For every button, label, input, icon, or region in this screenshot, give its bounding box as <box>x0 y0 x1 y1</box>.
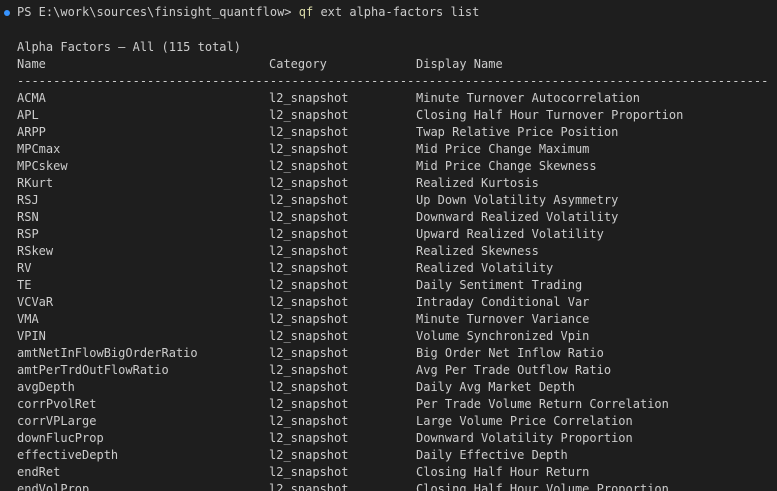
factor-category: l2_snapshot <box>269 295 349 309</box>
factor-display-name: Closing Half Hour Volume Proportion <box>416 482 669 491</box>
factor-category: l2_snapshot <box>269 142 349 156</box>
factor-category: l2_snapshot <box>269 380 349 394</box>
factor-name: VMA <box>17 312 39 326</box>
factor-category: l2_snapshot <box>269 244 349 258</box>
factor-display-name: Avg Per Trade Outflow Ratio <box>416 363 612 377</box>
factor-category: l2_snapshot <box>269 125 349 139</box>
factor-display-name: Realized Volatility <box>416 261 554 275</box>
factor-category: l2_snapshot <box>269 278 349 292</box>
column-header-category: Category <box>269 57 327 71</box>
factor-display-name: Intraday Conditional Var <box>416 295 590 309</box>
factor-name: VCVaR <box>17 295 54 309</box>
column-header-display-name: Display Name <box>416 57 503 71</box>
factor-category: l2_snapshot <box>269 329 349 343</box>
factor-name: corrPvolRet <box>17 397 97 411</box>
command-line: PS E:\work\sources\finsight_quantflow> q… <box>17 4 479 21</box>
factor-name: RSP <box>17 227 39 241</box>
factor-display-name: Realized Kurtosis <box>416 176 539 190</box>
factor-display-name: Volume Synchronized Vpin <box>416 329 590 343</box>
factor-category: l2_snapshot <box>269 108 349 122</box>
factor-name: APL <box>17 108 39 122</box>
factor-display-name: Per Trade Volume Return Correlation <box>416 397 669 411</box>
factor-display-name: Daily Sentiment Trading <box>416 278 583 292</box>
prompt-prefix: PS E:\work\sources\finsight_quantflow> <box>17 5 299 19</box>
factor-display-name: Large Volume Price Correlation <box>416 414 633 428</box>
factor-display-name: Minute Turnover Variance <box>416 312 590 326</box>
factor-name: effectiveDepth <box>17 448 119 462</box>
factor-name: RSN <box>17 210 39 224</box>
factor-name: RSkew <box>17 244 54 258</box>
factor-name: endRet <box>17 465 61 479</box>
factor-category: l2_snapshot <box>269 312 349 326</box>
factor-display-name: Daily Avg Market Depth <box>416 380 575 394</box>
factor-name: downFlucProp <box>17 431 104 445</box>
factor-display-name: Daily Effective Depth <box>416 448 568 462</box>
factor-name: avgDepth <box>17 380 75 394</box>
terminal-output[interactable]: PS E:\work\sources\finsight_quantflow> q… <box>0 0 777 491</box>
factor-name: RKurt <box>17 176 54 190</box>
factor-name: TE <box>17 278 32 292</box>
factor-category: l2_snapshot <box>269 210 349 224</box>
factor-display-name: Closing Half Hour Return <box>416 465 590 479</box>
factor-category: l2_snapshot <box>269 363 349 377</box>
factor-name: amtPerTrdOutFlowRatio <box>17 363 169 377</box>
factor-category: l2_snapshot <box>269 193 349 207</box>
factor-name: amtNetInFlowBigOrderRatio <box>17 346 198 360</box>
factor-display-name: Up Down Volatility Asymmetry <box>416 193 619 207</box>
factor-name: MPCmax <box>17 142 61 156</box>
column-header-name: Name <box>17 57 46 71</box>
factor-category: l2_snapshot <box>269 176 349 190</box>
factor-category: l2_snapshot <box>269 431 349 445</box>
factor-display-name: Downward Volatility Proportion <box>416 431 633 445</box>
factor-category: l2_snapshot <box>269 159 349 173</box>
factor-name: RSJ <box>17 193 39 207</box>
factor-display-name: Twap Relative Price Position <box>416 125 619 139</box>
factor-display-name: Closing Half Hour Turnover Proportion <box>416 108 684 122</box>
factor-name: ARPP <box>17 125 46 139</box>
factor-category: l2_snapshot <box>269 465 349 479</box>
factor-category: l2_snapshot <box>269 346 349 360</box>
factor-name: ACMA <box>17 91 46 105</box>
factor-category: l2_snapshot <box>269 414 349 428</box>
factor-name: RV <box>17 261 32 275</box>
factor-category: l2_snapshot <box>269 448 349 462</box>
header-separator: ----------------------------------------… <box>17 74 769 88</box>
factor-category: l2_snapshot <box>269 397 349 411</box>
column-header-row: Name Category Display Name <box>17 56 503 73</box>
factor-display-name: Mid Price Change Skewness <box>416 159 597 173</box>
factor-name: MPCskew <box>17 159 68 173</box>
factor-display-name: Realized Skewness <box>416 244 539 258</box>
factor-display-name: Big Order Net Inflow Ratio <box>416 346 604 360</box>
factor-category: l2_snapshot <box>269 227 349 241</box>
factor-display-name: Minute Turnover Autocorrelation <box>416 91 640 105</box>
factor-name: corrVPLarge <box>17 414 97 428</box>
factor-category: l2_snapshot <box>269 91 349 105</box>
factor-display-name: Mid Price Change Maximum <box>416 142 590 156</box>
command-args: ext alpha-factors list <box>313 5 480 19</box>
list-heading: Alpha Factors — All (115 total) <box>17 40 241 54</box>
factor-category: l2_snapshot <box>269 261 349 275</box>
factor-category: l2_snapshot <box>269 482 349 491</box>
factor-name: endVolProp <box>17 482 90 491</box>
factor-display-name: Downward Realized Volatility <box>416 210 619 224</box>
command-name: qf <box>298 5 314 19</box>
factor-name: VPIN <box>17 329 46 343</box>
factor-display-name: Upward Realized Volatility <box>416 227 604 241</box>
prompt-status-dot-icon <box>4 10 10 16</box>
